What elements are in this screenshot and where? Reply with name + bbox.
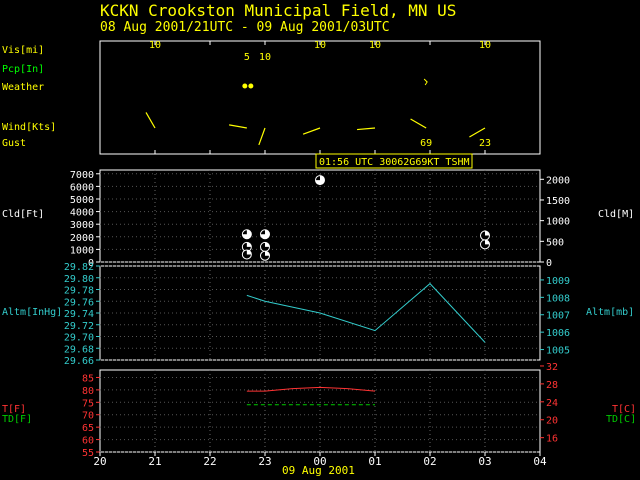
cloud-m-tick-label: 0 (546, 258, 552, 269)
thunder-symbol (423, 78, 428, 86)
cloud-cover-fill (485, 231, 490, 236)
weather-label: Weather (2, 82, 44, 93)
cloud-cover-fill (246, 249, 252, 255)
visibility-value: 10 (479, 40, 491, 51)
temp-f-tick-label: 75 (82, 398, 94, 409)
altim-mb-tick-label: 1008 (546, 293, 570, 304)
meteogram: KCKN Crookston Municipal Field, MN US 08… (2, 1, 636, 477)
pcp-label: Pcp[In] (2, 64, 44, 75)
cloud-ft-tick-label: 5000 (70, 195, 94, 206)
wind-barb (229, 124, 247, 129)
cloud-ft-label: Cld[Ft] (2, 209, 44, 220)
dew-f-label: TD[F] (2, 414, 32, 425)
cloud-ft-tick-label: 2000 (70, 233, 94, 244)
altim-mb-tick-label: 1007 (546, 311, 570, 322)
altim-inhg-tick-label: 29.78 (64, 286, 94, 297)
visibility-value: 5 (244, 52, 250, 63)
observation-tooltip: 01:56 UTC 30062G69KT TSHM (315, 153, 473, 169)
gust-value: 69 (420, 138, 432, 149)
cloud-ft-tick-label: 6000 (70, 182, 94, 193)
temp-c-tick-label: 16 (546, 434, 558, 445)
time-range-subtitle: 08 Aug 2001/21UTC - 09 Aug 2001/03UTC (100, 20, 390, 35)
altimeter-panel: 29.6629.6829.7029.7229.7429.7629.7829.80… (64, 262, 570, 367)
visibility-value: 10 (314, 40, 326, 51)
altim-inhg-tick-label: 29.70 (64, 333, 94, 344)
temp-f-tick-label: 55 (82, 448, 94, 459)
cloud-m-tick-label: 2000 (546, 175, 570, 186)
x-tick-label: 23 (258, 455, 271, 468)
vis-label: Vis[mi] (2, 45, 44, 56)
temp-c-tick-label: 20 (546, 416, 558, 427)
temp-c-tick-label: 28 (546, 380, 558, 391)
cloud-m-tick-label: 1500 (546, 196, 570, 207)
temp-f-tick-label: 80 (82, 386, 94, 397)
cloud-m-label: Cld[M] (598, 209, 634, 220)
surface-panel-frame (99, 40, 541, 155)
dew-c-label: TD[C] (606, 414, 636, 425)
visibility-value: 10 (149, 40, 161, 51)
altim-mb-label: Altm[mb] (586, 307, 634, 318)
x-tick-label: 03 (478, 455, 491, 468)
wind-barb (469, 127, 486, 138)
temp-f-tick-label: 70 (82, 411, 94, 422)
altim-inhg-tick-label: 29.74 (64, 309, 94, 320)
cloud-cover-fill (265, 242, 270, 247)
altim-mb-tick-label: 1009 (546, 276, 570, 287)
station-title: KCKN Crookston Municipal Field, MN US (100, 1, 456, 20)
cloud-ft-tick-label: 1000 (70, 245, 94, 256)
wind-barb (302, 127, 321, 135)
cloud-ft-tick-label: 4000 (70, 208, 94, 219)
cloud-cover-fill (265, 251, 270, 256)
cloud-cover-fill (246, 242, 252, 247)
altim-inhg-tick-label: 29.80 (64, 274, 94, 285)
x-tick-label: 04 (533, 455, 547, 468)
altim-inhg-tick-label: 29.76 (64, 297, 94, 308)
altim-mb-tick-label: 1005 (546, 346, 570, 357)
temp-f-tick-label: 85 (82, 373, 94, 384)
wind-barb (410, 118, 427, 129)
altim-inhg-tick-label: 29.72 (64, 321, 94, 332)
altimeter-line (246, 282, 486, 343)
wind-label: Wind[Kts] (2, 122, 56, 133)
x-tick-label: 20 (93, 455, 106, 468)
temperature-line (246, 386, 376, 392)
temp-c-tick-label: 24 (546, 398, 558, 409)
cloud-m-tick-label: 500 (546, 237, 564, 248)
x-tick-label: 21 (148, 455, 161, 468)
altim-inhg-tick-label: 29.82 (64, 262, 94, 273)
gust-label: Gust (2, 138, 26, 149)
altim-inhg-tick-label: 29.66 (64, 356, 94, 367)
altim-inhg-tick-label: 29.68 (64, 344, 94, 355)
wind-barb (357, 127, 376, 131)
altim-mb-tick-label: 1006 (546, 328, 570, 339)
wind-barb (145, 112, 156, 129)
x-tick-label: 01 (368, 455, 381, 468)
cloud-ft-tick-label: 3000 (70, 220, 94, 231)
date-label: 09 Aug 2001 (282, 464, 355, 477)
visibility-value: 10 (369, 40, 381, 51)
rain-symbol (248, 83, 254, 89)
wind-barb (258, 127, 266, 146)
tooltip-text: 01:56 UTC 30062G69KT TSHM (319, 157, 470, 168)
altim-inhg-label: Altm[InHg] (2, 307, 62, 318)
cloud-ft-tick-label: 7000 (70, 170, 94, 181)
rain-symbol (242, 83, 248, 89)
x-tick-label: 02 (423, 455, 436, 468)
gust-value: 23 (479, 138, 491, 149)
cloud-cover-fill (485, 239, 490, 245)
x-tick-label: 22 (203, 455, 216, 468)
cloud-m-tick-label: 1000 (546, 217, 570, 228)
surface-obs-panel: 10 5 10 10 10 10 69 23 (145, 40, 491, 149)
visibility-value: 10 (259, 52, 271, 63)
temp-f-tick-label: 60 (82, 436, 94, 447)
temp-c-tick-label: 32 (546, 362, 558, 373)
temp-f-tick-label: 65 (82, 423, 94, 434)
